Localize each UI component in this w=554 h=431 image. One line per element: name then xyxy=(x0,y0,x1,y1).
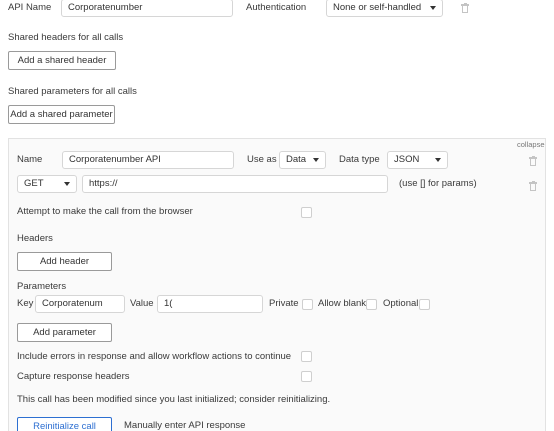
reinitialize-call-button[interactable]: Reinitialize call xyxy=(17,417,112,431)
shared-parameters-title: Shared parameters for all calls xyxy=(8,86,137,97)
api-name-label: API Name xyxy=(8,2,52,13)
param-value-input[interactable]: 1( xyxy=(157,295,263,313)
manual-response-link[interactable]: Manually enter API response xyxy=(124,419,245,431)
add-shared-parameter-button[interactable]: Add a shared parameter xyxy=(8,105,115,124)
authentication-value: None or self-handled xyxy=(333,2,422,13)
data-type-select[interactable]: JSON xyxy=(387,151,448,169)
capture-headers-checkbox[interactable] xyxy=(301,371,312,382)
trash-icon[interactable] xyxy=(461,3,469,13)
url-input[interactable]: https:// xyxy=(82,175,388,193)
optional-label: Optional xyxy=(383,298,419,309)
parameters-title: Parameters xyxy=(17,281,67,292)
use-as-value: Data xyxy=(286,154,307,165)
browser-call-label: Attempt to make the call from the browse… xyxy=(17,206,193,217)
data-type-label: Data type xyxy=(339,154,380,165)
use-as-select[interactable]: Data xyxy=(279,151,326,169)
param-key-label: Key xyxy=(17,298,34,309)
add-shared-header-button[interactable]: Add a shared header xyxy=(8,51,116,70)
add-header-button[interactable]: Add header xyxy=(17,252,112,271)
http-method-select[interactable]: GET xyxy=(17,175,77,193)
allow-blank-checkbox[interactable] xyxy=(366,299,377,310)
http-method-value: GET xyxy=(24,178,44,189)
browser-call-checkbox[interactable] xyxy=(301,207,312,218)
include-errors-checkbox[interactable] xyxy=(301,351,312,362)
private-label: Private xyxy=(269,298,299,309)
trash-icon[interactable] xyxy=(529,181,537,191)
include-errors-label: Include errors in response and allow wor… xyxy=(17,351,292,362)
authentication-label: Authentication xyxy=(246,2,307,13)
add-parameter-button[interactable]: Add parameter xyxy=(17,323,112,342)
call-name-input[interactable]: Corporatenumber API xyxy=(62,151,234,169)
authentication-select[interactable]: None or self-handled xyxy=(326,0,443,17)
api-name-input[interactable]: Corporatenumber xyxy=(61,0,233,17)
chevron-down-icon xyxy=(313,158,319,162)
chevron-down-icon xyxy=(430,6,436,10)
data-type-value: JSON xyxy=(394,154,420,165)
optional-checkbox[interactable] xyxy=(419,299,430,310)
trash-icon[interactable] xyxy=(529,156,537,166)
capture-headers-label: Capture response headers xyxy=(17,371,130,382)
modified-notice: This call has been modified since you la… xyxy=(17,394,331,405)
collapse-link[interactable]: collapse xyxy=(517,138,545,152)
url-hint: (use [] for params) xyxy=(399,178,477,189)
use-as-label: Use as xyxy=(247,154,277,165)
allow-blank-label: Allow blank xyxy=(318,298,367,309)
chevron-down-icon xyxy=(64,182,70,186)
param-key-input[interactable]: Corporatenum xyxy=(35,295,125,313)
shared-headers-title: Shared headers for all calls xyxy=(8,32,124,43)
call-name-label: Name xyxy=(17,154,43,165)
param-value-label: Value xyxy=(130,298,154,309)
private-checkbox[interactable] xyxy=(302,299,313,310)
chevron-down-icon xyxy=(435,158,441,162)
headers-title: Headers xyxy=(17,233,53,244)
